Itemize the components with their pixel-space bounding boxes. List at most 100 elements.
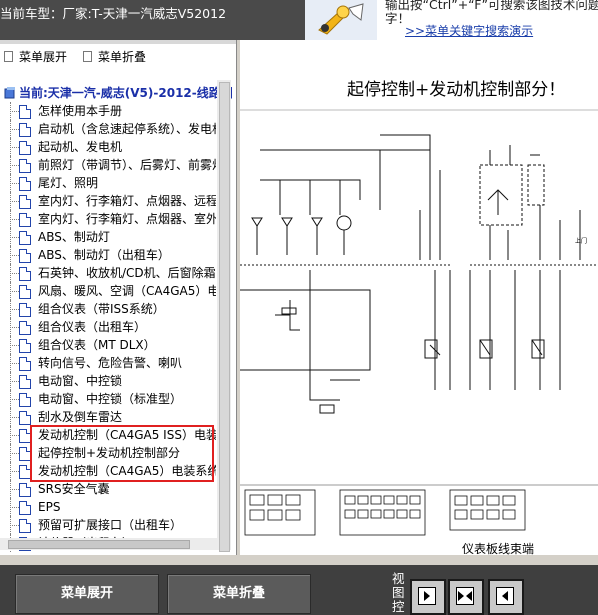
view-left-button[interactable] (410, 579, 446, 615)
tree-item-label: 室内灯、行李箱灯、点烟器、远程控 (38, 194, 216, 208)
document-icon (19, 411, 31, 425)
diagram-side-label: 上门 (575, 238, 588, 245)
tree-item[interactable]: 起停控制+发动机控制部分 (0, 444, 216, 462)
tree-root-node[interactable]: 当前:天津一汽-威志(V5)-2012-线路图 (4, 84, 233, 101)
document-icon (19, 105, 31, 119)
bottom-collapse-button[interactable]: 菜单折叠 (167, 574, 311, 614)
view-left-icon (418, 587, 436, 605)
diagram-footer-label: 仪表板线束端 (462, 542, 535, 555)
document-icon (19, 357, 31, 371)
search-demo-link[interactable]: >>菜单关键字搜索演示 (405, 22, 533, 39)
tree-item-label: ABS、制动灯（出租车） (38, 248, 170, 262)
document-icon (19, 267, 31, 281)
tree-item[interactable]: 石英钟、收放机/CD机、后窗除霜（ (0, 264, 216, 282)
document-icon (19, 213, 31, 227)
tree-item[interactable]: 起动机、发电机 (0, 138, 216, 156)
document-icon (19, 519, 31, 533)
tree-item-label: 尾灯、照明 (38, 176, 99, 190)
tree-item-label: 组合仪表（带ISS系统） (38, 302, 165, 316)
tree-item[interactable]: 发动机控制（CA4GA5）电装系统 (0, 462, 216, 480)
tree-item[interactable]: 电动窗、中控锁（标准型） (0, 390, 216, 408)
tree-item-label: ABS、制动灯 (38, 230, 110, 244)
tree-item-label: 组合仪表（出租车） (38, 320, 147, 334)
tree-item-list: 怎样使用本手册启动机（含怠速起停系统）、发电机 起动机、发电机前照灯（带调节）、后… (0, 102, 216, 552)
document-icon (19, 177, 31, 191)
tree-item-label: 电动窗、中控锁（标准型） (38, 392, 183, 406)
wiring-diagram-viewer[interactable]: 起停控制+发动机控制部分！ 上门 仪表板线束端 (240, 40, 598, 555)
menu-tree-panel: 菜单展开 菜单折叠 当前:天津一汽-威志(V5)-2012-线路图 怎样使用本手… (0, 40, 237, 555)
tree-item-label: EPS (38, 500, 61, 514)
document-icon (19, 483, 31, 497)
tree-item[interactable]: 启动机（含怠速起停系统）、发电机 (0, 120, 216, 138)
help-tip-line1: 输出按“Ctrl”+“F”可搜索该图技术问题 (385, 0, 598, 12)
tree-item-label: 怎样使用本手册 (38, 104, 123, 118)
tree-item-label: SRS安全气囊 (38, 482, 110, 496)
tree-item[interactable]: 室内灯、行李箱灯、点烟器、远程控 (0, 192, 216, 210)
help-logo-icon (305, 0, 377, 40)
tree-item-label: 电动窗、中控锁 (38, 374, 123, 388)
document-icon (19, 159, 31, 173)
diagram-title: 起停控制+发动机控制部分！ (347, 80, 566, 100)
tree-item[interactable]: 发动机控制（CA4GA5 ISS）电装 (0, 426, 216, 444)
tree-item-label: 发动机控制（CA4GA5 ISS）电装 (38, 428, 216, 442)
help-banner: 输出按“Ctrl”+“F”可搜索该图技术问题 字！ >>菜单关键字搜索演示 (305, 0, 598, 40)
document-icon (19, 285, 31, 299)
tree-item[interactable]: 组合仪表（出租车） (0, 318, 216, 336)
document-icon (19, 375, 31, 389)
tree-item-label: 发动机控制（CA4GA5）电装系统 (38, 464, 216, 478)
bottom-expand-button[interactable]: 菜单展开 (15, 574, 159, 614)
document-icon (19, 321, 31, 335)
tree-item[interactable]: ABS、制动灯 (0, 228, 216, 246)
title-bar: 当前车型：厂家:T-天津一汽威志V52012 输出按“Ctrl”+“F”可搜索该… (0, 0, 598, 40)
view-right-icon (496, 587, 514, 605)
tree-item[interactable]: 电动窗、中控锁 (0, 372, 216, 390)
document-icon (19, 339, 31, 353)
tree-item[interactable]: 怎样使用本手册 (0, 102, 216, 120)
current-model-title: 当前车型：厂家:T-天津一汽威志V52012 (0, 6, 227, 21)
tree-item-label: 启动机（含怠速起停系统）、发电机 (38, 122, 216, 136)
document-icon (19, 303, 31, 317)
document-icon (19, 231, 31, 245)
tree-item-label: 风扇、暖风、空调（CA4GA5）电装 (38, 284, 216, 298)
tree-item[interactable]: 室内灯、行李箱灯、点烟器、室外顶 (0, 210, 216, 228)
document-icon (19, 393, 31, 407)
tree-root-label: 当前:天津一汽-威志(V5)-2012-线路图 (19, 86, 233, 100)
view-control-label: 视图控 (392, 571, 405, 614)
view-right-button[interactable] (488, 579, 524, 615)
document-icon (19, 447, 31, 461)
bottom-toolbar: 菜单展开 菜单折叠 视图控 (0, 565, 598, 615)
tree-item[interactable]: EPS (0, 498, 216, 516)
tree-item[interactable]: 转向信号、危险告警、喇叭 (0, 354, 216, 372)
tree-item-label: 刮水及倒车雷达 (38, 410, 123, 424)
document-icon (19, 123, 31, 137)
tree-item-label: 起停控制+发动机控制部分 (38, 446, 181, 460)
tree-item-label: 预留可扩展接口（出租车） (38, 518, 183, 532)
tree-item[interactable]: 组合仪表（MT DLX） (0, 336, 216, 354)
tree-item[interactable]: 预留可扩展接口（出租车） (0, 516, 216, 534)
tree-item-label: 室内灯、行李箱灯、点烟器、室外顶 (38, 212, 216, 226)
collapse-icon (83, 50, 93, 62)
tree-item-label: 前照灯（带调节）、后雾灯、前雾灯 (38, 158, 216, 172)
tree-item[interactable]: 前照灯（带调节）、后雾灯、前雾灯 (0, 156, 216, 174)
document-icon (19, 465, 31, 479)
tree-item[interactable]: 组合仪表（带ISS系统） (0, 300, 216, 318)
view-split-button[interactable] (448, 579, 484, 615)
tree-item[interactable]: ABS、制动灯（出租车） (0, 246, 216, 264)
tree-item[interactable]: 刮水及倒车雷达 (0, 408, 216, 426)
tree-item[interactable]: 尾灯、照明 (0, 174, 216, 192)
tree-item[interactable]: SRS安全气囊 (0, 480, 216, 498)
tree-horizontal-scrollbar[interactable] (0, 538, 217, 550)
expand-icon (4, 50, 13, 62)
document-icon (19, 429, 31, 443)
tree-collapse-button[interactable]: 菜单折叠 (83, 48, 146, 64)
tree-expand-button[interactable]: 菜单展开 (4, 48, 67, 64)
document-icon (19, 249, 31, 263)
document-icon (19, 195, 31, 209)
tree-vertical-scrollbar[interactable] (217, 80, 231, 552)
tree-item[interactable]: 风扇、暖风、空调（CA4GA5）电装 (0, 282, 216, 300)
view-split-icon (456, 587, 474, 605)
document-icon (19, 501, 31, 515)
tree-item-label: 起动机、发电机 (38, 140, 123, 154)
document-icon (19, 141, 31, 155)
wiring-diagram (240, 109, 598, 536)
